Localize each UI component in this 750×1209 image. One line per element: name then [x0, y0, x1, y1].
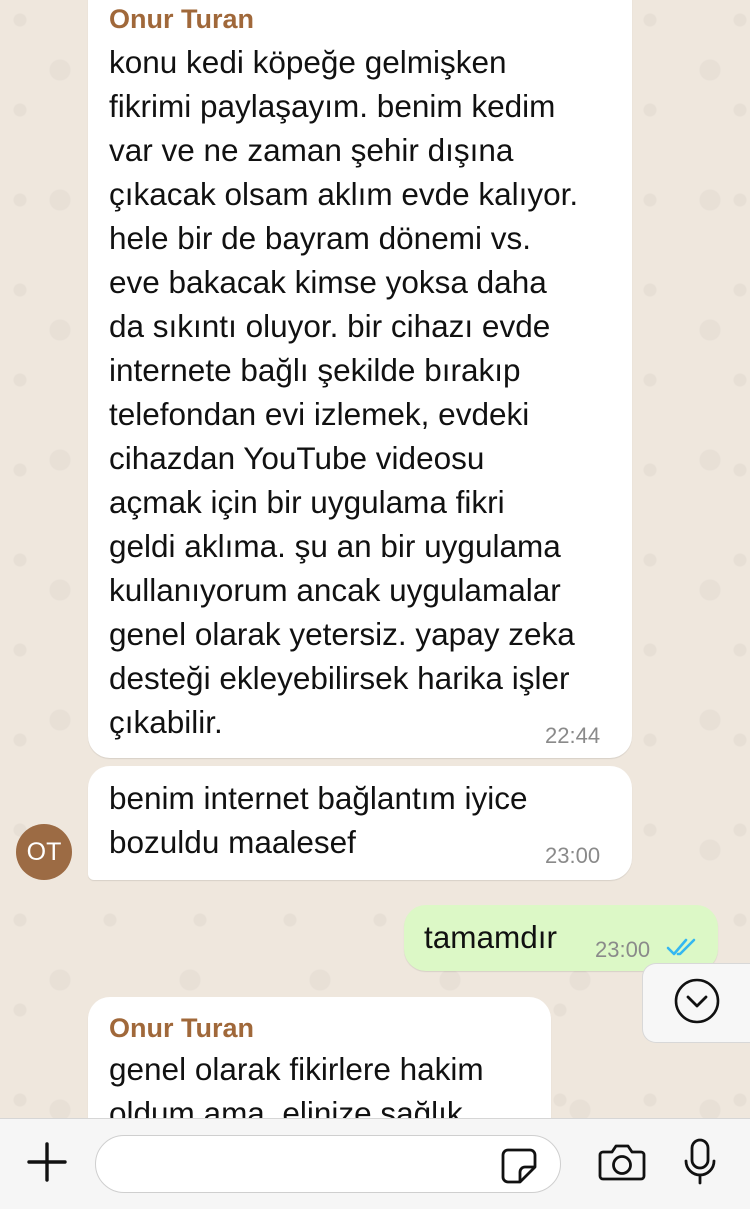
message-time: 22:44: [545, 723, 601, 748]
message-text: tamamdır: [424, 919, 558, 955]
message-input-bar: [0, 1118, 750, 1209]
message-text: genel olarak fikirlere hakim oldum ama, …: [109, 1051, 484, 1118]
message-time: 23:00: [595, 937, 651, 962]
message-time: 23:00: [545, 843, 601, 868]
attach-button[interactable]: [24, 1141, 70, 1187]
message-input-field[interactable]: [95, 1135, 561, 1193]
microphone-button[interactable]: [680, 1137, 720, 1192]
chevron-down-icon: [673, 977, 721, 1030]
incoming-message[interactable]: Onur Turan konu kedi köpeğe gelmişken fi…: [88, 0, 632, 758]
camera-button[interactable]: [598, 1141, 646, 1187]
outgoing-message[interactable]: tamamdır 23:00: [404, 905, 718, 971]
scroll-to-bottom-button[interactable]: [642, 963, 750, 1043]
sender-name[interactable]: Onur Turan: [109, 1013, 254, 1044]
message-text: konu kedi köpeğe gelmişken fikrimi payla…: [109, 44, 579, 740]
avatar[interactable]: OT: [16, 824, 72, 880]
incoming-message[interactable]: Onur Turan genel olarak fikirlere hakim …: [88, 997, 551, 1118]
sticker-icon[interactable]: [500, 1147, 538, 1190]
chat-area[interactable]: Onur Turan konu kedi köpeğe gelmişken fi…: [0, 0, 750, 1118]
message-input[interactable]: [116, 1146, 500, 1184]
message-text: benim internet bağlantım iyice bozuldu m…: [109, 780, 528, 860]
plus-icon: [26, 1141, 68, 1188]
sender-name[interactable]: Onur Turan: [109, 4, 254, 35]
microphone-icon: [682, 1137, 718, 1192]
incoming-message[interactable]: benim internet bağlantım iyice bozuldu m…: [88, 766, 632, 880]
camera-icon: [598, 1141, 646, 1188]
double-check-read-icon: [666, 936, 700, 963]
